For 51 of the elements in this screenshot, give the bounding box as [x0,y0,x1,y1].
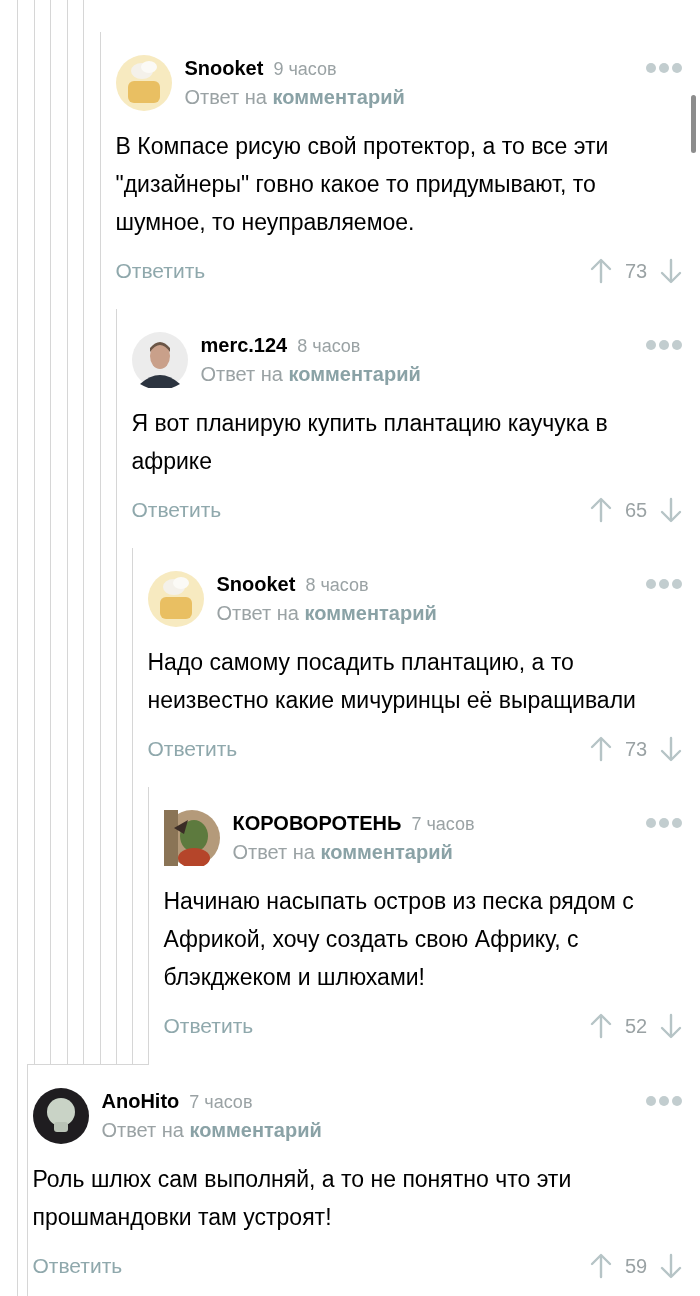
upvote-icon[interactable] [590,497,612,523]
comment-time: 7 часов [411,813,475,836]
upvote-icon[interactable] [590,1253,612,1279]
reply-label: Ответ на [232,841,315,863]
comment-time: 9 часов [273,58,337,81]
comment-time: 8 часов [305,574,369,597]
author-name[interactable]: Snooket [184,55,264,81]
score: 73 [623,737,649,762]
comment-time: 8 часов [297,335,361,358]
downvote-icon[interactable] [660,1013,682,1039]
more-icon[interactable] [646,340,682,350]
author-name[interactable]: КОРОВОРОТЕНЬ [232,810,402,836]
reply-button[interactable]: Ответить [163,1010,254,1042]
score: 52 [623,1014,649,1039]
reply-button[interactable]: Ответить [131,494,222,526]
downvote-icon[interactable] [660,736,682,762]
upvote-icon[interactable] [590,736,612,762]
reply-label: Ответ на [101,1119,184,1141]
scrollbar[interactable] [691,95,696,153]
more-icon[interactable] [646,1096,682,1106]
parent-comment-link[interactable]: комментарий [304,602,437,624]
parent-comment-link[interactable]: комментарий [320,841,453,863]
reply-button[interactable]: Ответить [147,733,238,765]
comment-text: Надо самому посадить плантацию, а то неизвестно какие мичуринцы её выращивали [147,648,637,715]
more-icon[interactable] [646,579,682,589]
reply-label: Ответ на [184,86,267,108]
score: 73 [623,259,649,284]
downvote-icon[interactable] [660,497,682,523]
downvote-icon[interactable] [660,258,682,284]
score: 65 [623,498,649,523]
parent-comment-link[interactable]: комментарий [189,1119,322,1141]
comment-time: 7 часов [189,1091,253,1114]
comment-text: В Компасе рисую свой протектор, а то все эти "дизайнеры" говно какое то придумывают, то шумное, то неуправляемое. [115,132,610,237]
downvote-icon[interactable] [660,1253,682,1279]
score: 59 [623,1254,649,1279]
author-name[interactable]: AnoHito [101,1088,180,1114]
more-icon[interactable] [646,818,682,828]
author-name[interactable]: merc.124 [200,332,288,358]
reply-label: Ответ на [216,602,299,624]
upvote-icon[interactable] [590,258,612,284]
author-name[interactable]: Snooket [216,571,296,597]
comment-text: Роль шлюх сам выполняй, а то не понятно что эти прошмандовки там устроят! [32,1165,573,1232]
reply-button[interactable]: Ответить [32,1250,123,1282]
reply-button[interactable]: Ответить [115,255,206,287]
parent-comment-link[interactable]: комментарий [272,86,405,108]
reply-label: Ответ на [200,363,283,385]
comment-text: Я вот планирую купить плантацию каучука в африке [131,409,609,476]
more-icon[interactable] [646,63,682,73]
parent-comment-link[interactable]: комментарий [288,363,421,385]
upvote-icon[interactable] [590,1013,612,1039]
comment-text: Начинаю насыпать остров из песка рядом с Африкой, хочу создать свою Африку, с блэкджеком и шлюхами! [163,887,635,992]
